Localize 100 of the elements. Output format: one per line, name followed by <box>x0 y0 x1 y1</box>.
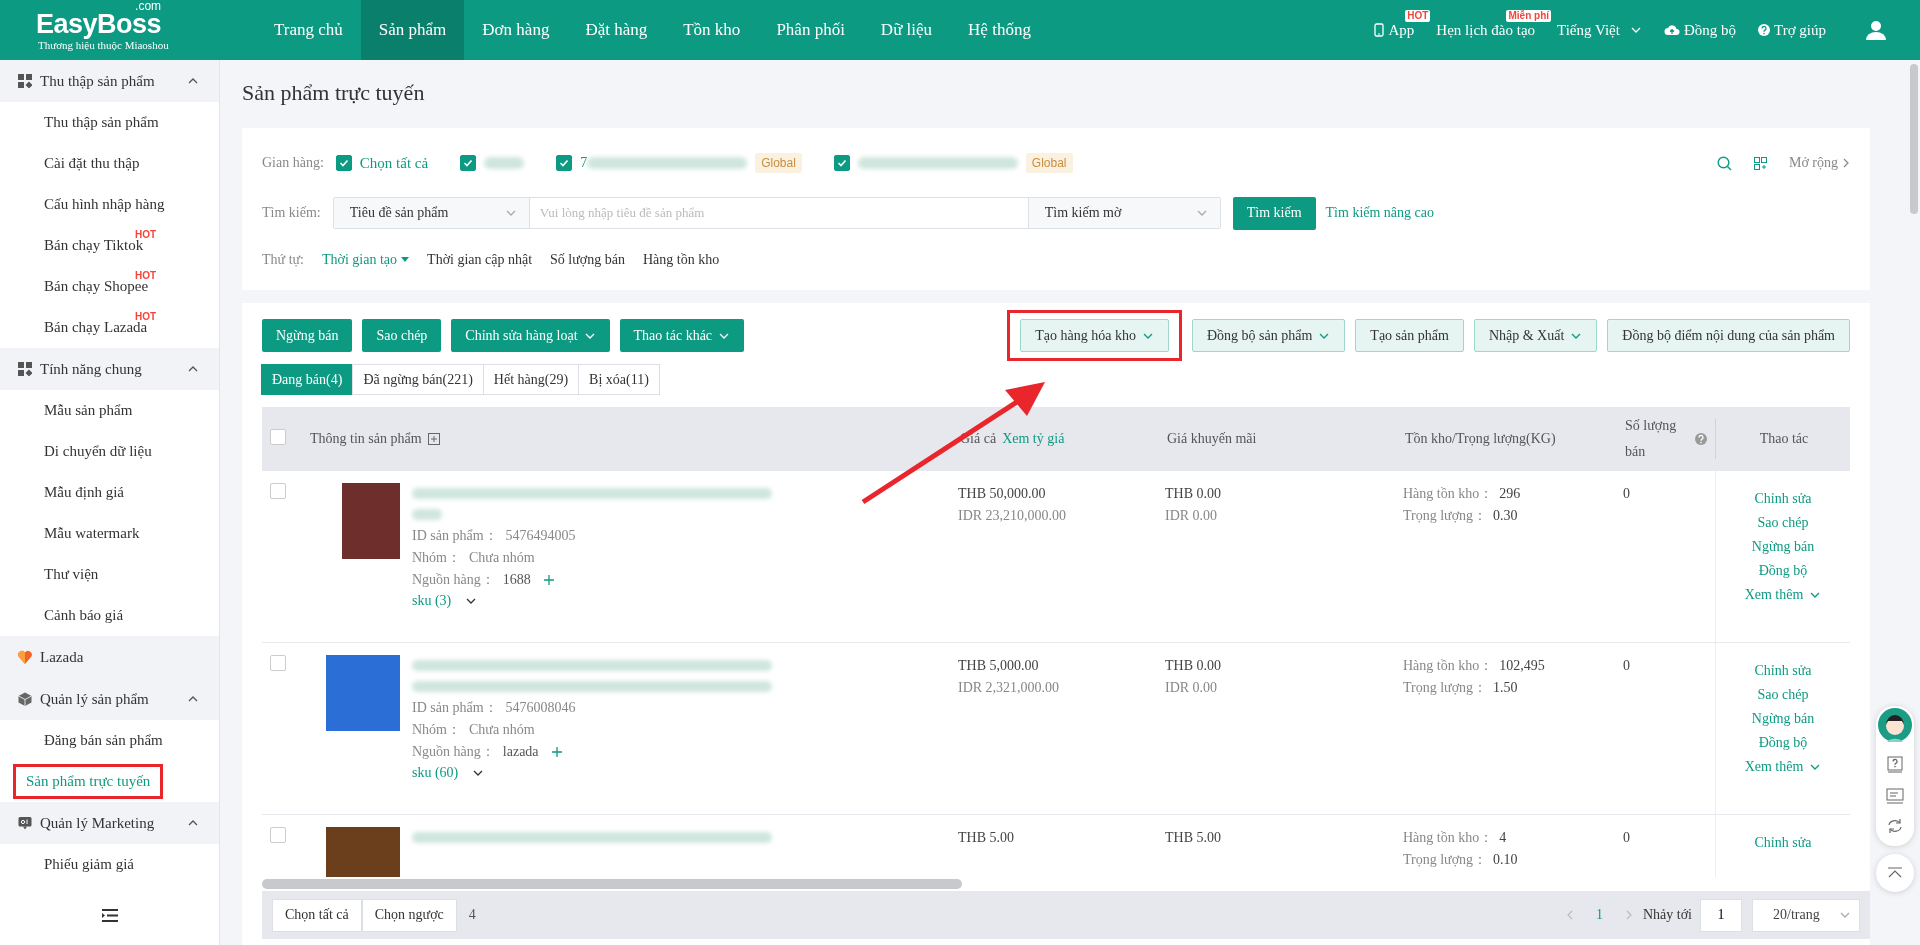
nav-tab[interactable]: Đặt hàng <box>567 0 666 60</box>
sidebar-item[interactable]: Phiếu giảm giá <box>44 852 134 877</box>
action-button[interactable]: Chỉnh sửa hàng loạt <box>451 319 610 352</box>
more-actions-link[interactable]: Xem thêm <box>1744 587 1822 603</box>
plus-square-icon[interactable] <box>427 433 440 445</box>
sidebar-item[interactable]: Cảnh báo giá <box>44 603 124 628</box>
checkbox[interactable] <box>833 155 850 171</box>
exchange-rate-link[interactable]: Xem tỷ giá <box>1002 431 1065 447</box>
search-icon[interactable] <box>1717 155 1732 171</box>
sidebar-item[interactable]: Mẫu định giá <box>44 480 124 505</box>
action-link[interactable]: Sao chép <box>1757 687 1809 703</box>
notes-icon[interactable] <box>1886 788 1904 804</box>
sidebar-item[interactable]: Đăng bán sản phẩm <box>44 728 163 753</box>
action-link[interactable]: Ngừng bán <box>1751 711 1815 727</box>
app-link[interactable]: App <box>1388 21 1415 39</box>
sidebar-item[interactable]: Mẫu sản phẩm <box>44 398 133 423</box>
action-link[interactable]: Chỉnh sửa <box>1754 663 1812 679</box>
page-input[interactable]: 1 <box>1700 898 1742 932</box>
sku-toggle[interactable]: sku (60) <box>412 765 459 781</box>
invert-selection-button[interactable]: Chọn ngược <box>361 898 457 932</box>
nav-tab[interactable]: Đơn hàng <box>464 0 568 60</box>
action-link[interactable]: Chỉnh sửa <box>1754 835 1812 851</box>
sync-link[interactable]: Đồng bộ <box>1683 21 1736 39</box>
source-link[interactable]: 1688 <box>502 572 531 588</box>
store-name[interactable]: 7 <box>580 155 588 171</box>
sidebar-item[interactable]: Cài đặt thu thập <box>44 151 140 176</box>
sort-option[interactable]: Thời gian cập nhật <box>427 252 533 268</box>
status-tab[interactable]: Đang bán(4) <box>261 364 354 395</box>
more-actions-link[interactable]: Xem thêm <box>1744 759 1822 775</box>
training-link[interactable]: Hẹn lịch đào tạo <box>1436 21 1536 39</box>
nav-tab[interactable]: Tồn kho <box>665 0 759 60</box>
sidebar-group[interactable]: Thu thập sản phẩm <box>0 60 219 102</box>
sku-toggle[interactable]: sku (3) <box>412 593 452 609</box>
advanced-search-link[interactable]: Tìm kiếm nâng cao <box>1325 205 1434 221</box>
sidebar-item[interactable]: Di chuyển dữ liệu <box>44 439 152 464</box>
search-field[interactable]: Tiêu đề sản phẩm Vui lòng nhập tiêu đề sản phẩm Tìm kiếm mờ <box>332 197 1221 229</box>
checkbox[interactable] <box>460 155 477 171</box>
nav-tab[interactable]: Trang chủ <box>256 0 361 60</box>
action-button[interactable]: Nhập & Xuất <box>1473 319 1598 352</box>
action-button[interactable]: Tạo hàng hóa kho <box>1020 319 1169 352</box>
nav-tab[interactable]: Phân phối <box>758 0 863 60</box>
sidebar-item[interactable]: Thư viện <box>44 562 99 587</box>
plus-icon[interactable] <box>542 574 555 586</box>
language-select[interactable]: Tiếng Việt <box>1557 21 1620 39</box>
checkbox[interactable] <box>270 429 286 445</box>
search-mode-select[interactable]: Tìm kiếm mờ <box>1027 198 1220 228</box>
status-tab[interactable]: Hết hàng(29) <box>482 364 580 395</box>
sort-option[interactable]: Thời gian tạo <box>322 252 410 268</box>
source-link[interactable]: lazada <box>502 744 539 760</box>
action-link[interactable]: Đồng bộ <box>1758 735 1808 751</box>
scrollbar[interactable] <box>262 879 962 889</box>
nav-tab[interactable]: Sản phẩm <box>360 0 465 60</box>
sidebar-item[interactable]: Sản phẩm trực tuyến <box>16 767 161 796</box>
page-number[interactable]: 1 <box>1596 907 1603 923</box>
sidebar-group[interactable]: Lazada <box>0 636 219 678</box>
action-button[interactable]: Đồng bộ điểm nội dung của sản phẩm <box>1607 319 1850 352</box>
action-button[interactable]: Ngừng bán <box>262 319 353 352</box>
sidebar-group[interactable]: Quản lý sản phẩm <box>0 678 219 720</box>
help-link[interactable]: Trợ giúp <box>1774 21 1826 39</box>
search-field-select[interactable]: Tiêu đề sản phẩm <box>333 198 530 228</box>
nav-tab[interactable]: Hệ thống <box>950 0 1049 60</box>
user-icon[interactable] <box>1866 20 1886 40</box>
action-button[interactable]: Đồng bộ sản phẩm <box>1191 319 1346 352</box>
sort-option[interactable]: Số lượng bán <box>550 252 625 268</box>
sidebar-item[interactable]: Cấu hình nhập hàng <box>44 192 165 217</box>
action-link[interactable]: Ngừng bán <box>1751 539 1815 555</box>
sort-option[interactable]: Hàng tồn kho <box>642 252 720 268</box>
field-label: Nguồn hàng： <box>412 743 495 761</box>
menu-icon[interactable] <box>101 908 118 922</box>
checkbox[interactable] <box>556 155 573 171</box>
checkbox[interactable] <box>335 155 352 171</box>
checkbox[interactable] <box>270 655 286 671</box>
action-link[interactable]: Sao chép <box>1757 515 1809 531</box>
help-book-icon[interactable] <box>1887 756 1903 774</box>
action-button[interactable]: Tạo sản phẩm <box>1355 319 1464 352</box>
layout-icon[interactable] <box>1754 156 1767 170</box>
checkbox[interactable] <box>270 827 286 843</box>
action-link[interactable]: Đồng bộ <box>1758 563 1808 579</box>
select-all-button[interactable]: Chọn tất cả <box>272 898 362 932</box>
plus-icon[interactable] <box>550 746 563 758</box>
action-button[interactable]: Thao tác khác <box>619 319 745 352</box>
sidebar-item[interactable]: Mẫu watermark <box>44 521 140 546</box>
expand-link[interactable]: Mở rộng <box>1789 155 1838 171</box>
refresh-icon[interactable] <box>1886 818 1904 834</box>
search-button[interactable]: Tìm kiếm <box>1232 196 1316 230</box>
scrollbar[interactable] <box>1910 64 1918 214</box>
action-link[interactable]: Chỉnh sửa <box>1754 491 1812 507</box>
avatar-icon[interactable] <box>1878 708 1912 742</box>
action-button[interactable]: Sao chép <box>362 319 442 352</box>
store-option[interactable]: Chọn tất cả <box>359 154 429 172</box>
page-size-select[interactable]: 20/trang <box>1752 898 1860 932</box>
sidebar-group[interactable]: Tính năng chung <box>0 348 219 390</box>
status-tab[interactable]: Đã ngừng bán(221) <box>352 364 484 395</box>
nav-tab[interactable]: Dữ liệu <box>862 0 951 60</box>
sidebar-group[interactable]: Quản lý Marketing <box>0 802 219 844</box>
back-to-top-button[interactable] <box>1876 854 1914 892</box>
status-tab[interactable]: Bị xóa(11) <box>578 364 660 395</box>
sidebar-item[interactable]: Thu thập sản phẩm <box>44 110 159 135</box>
logo[interactable]: EasyBoss <box>36 9 162 39</box>
checkbox[interactable] <box>270 483 286 499</box>
